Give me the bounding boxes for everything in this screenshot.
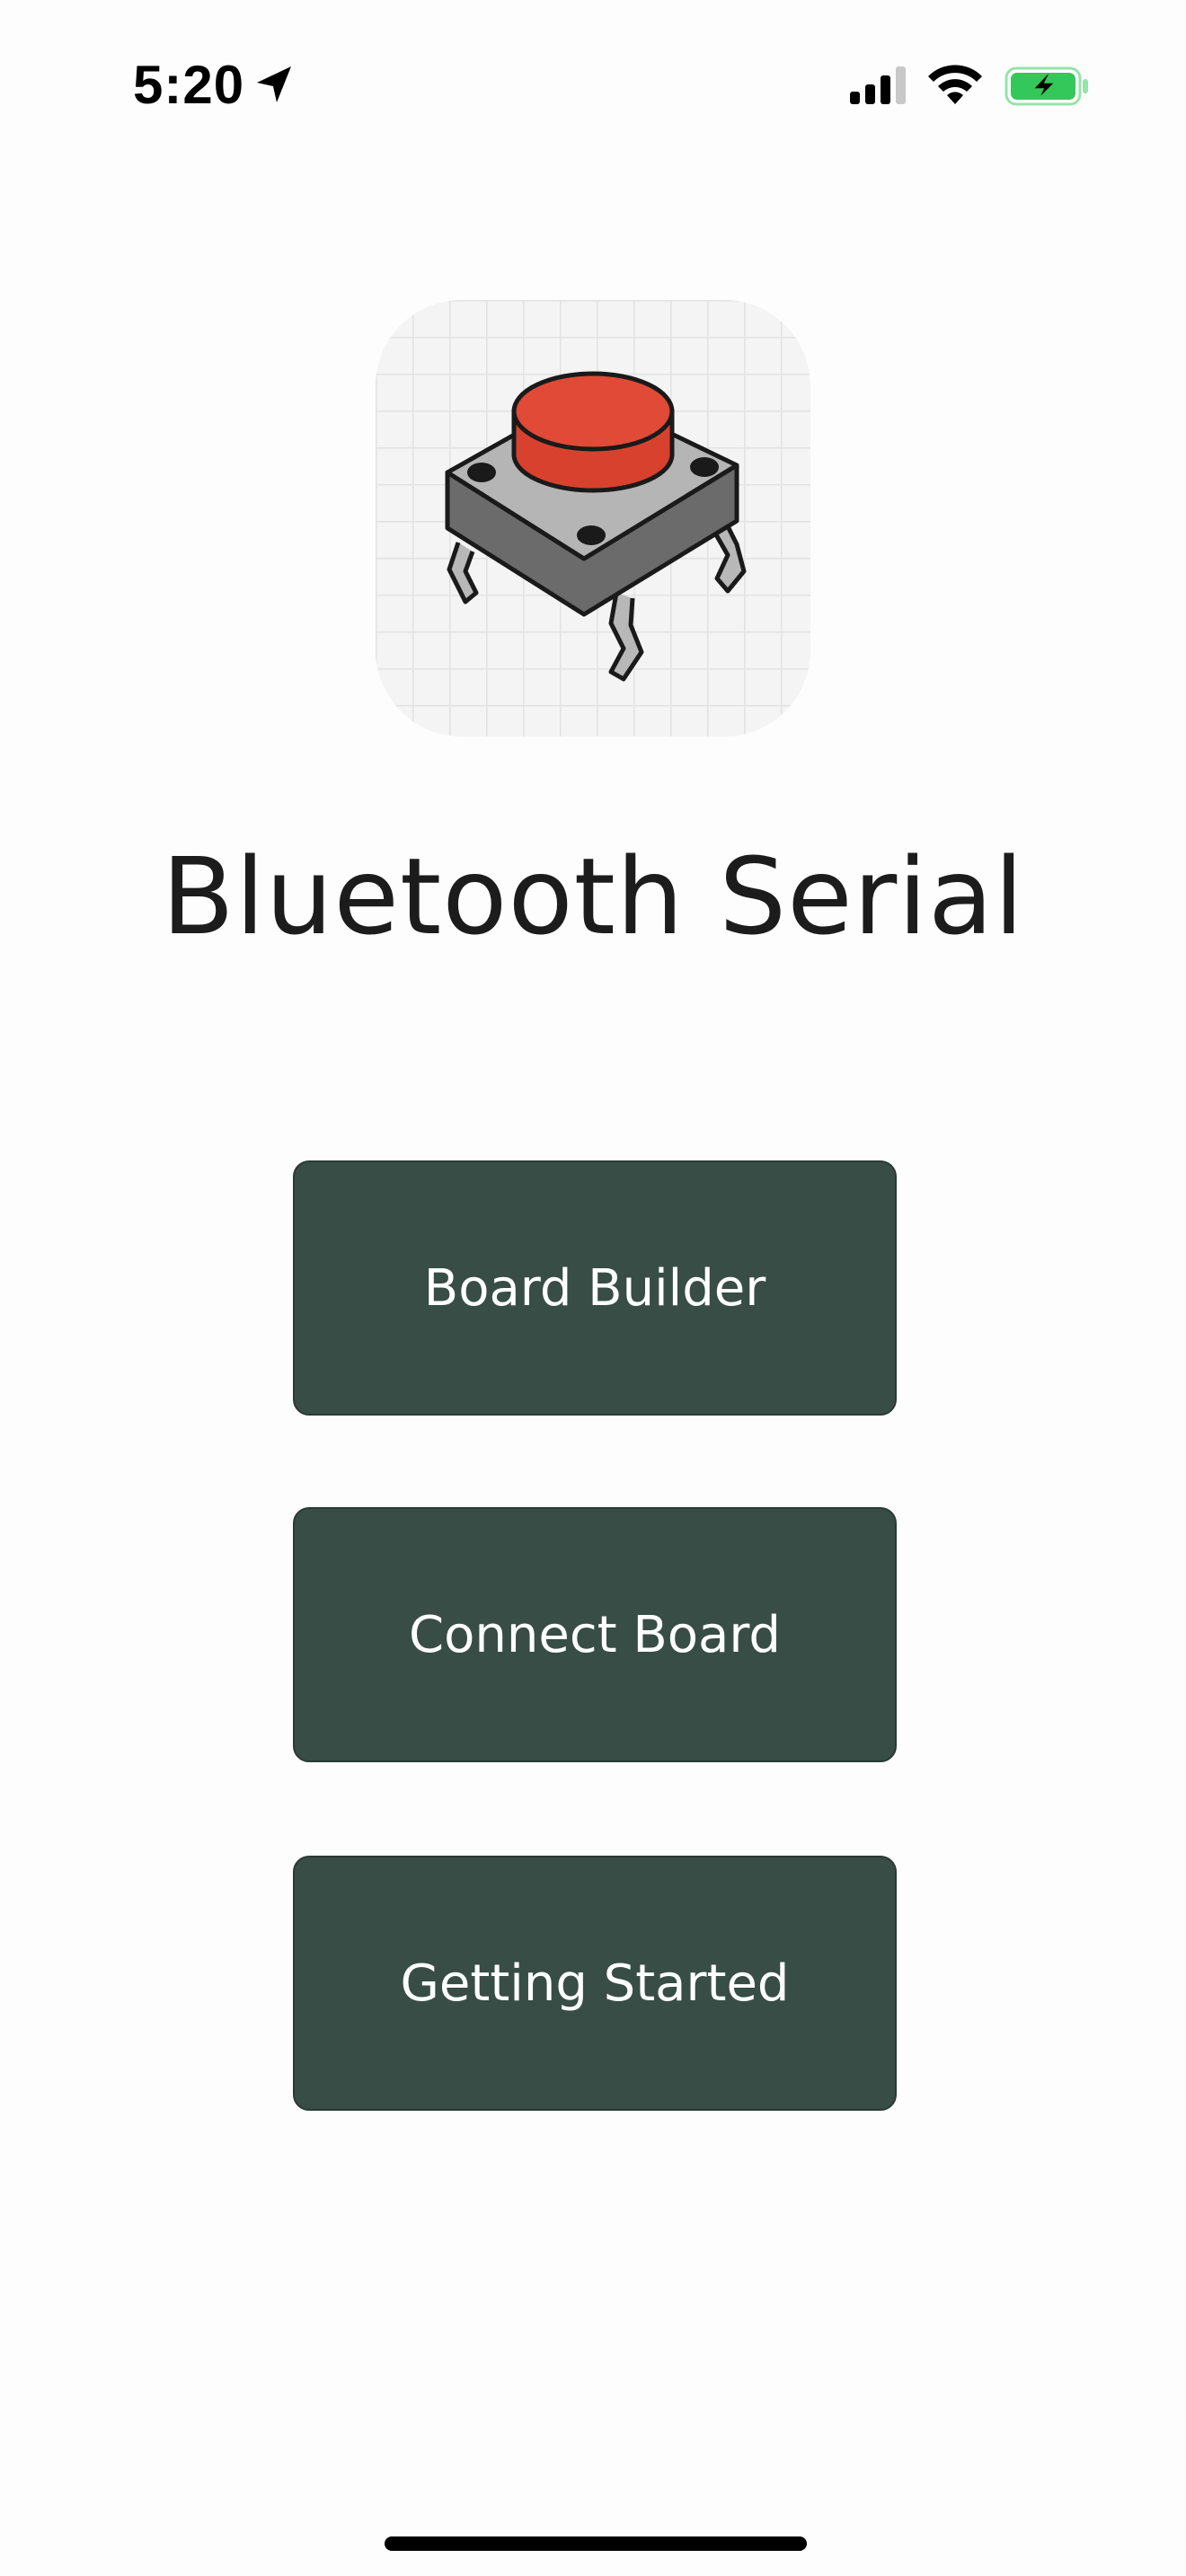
app-logo-icon bbox=[376, 300, 810, 737]
board-builder-button[interactable]: Board Builder bbox=[293, 1160, 897, 1416]
cellular-signal-icon bbox=[850, 66, 906, 104]
home-indicator[interactable] bbox=[385, 2536, 807, 2551]
location-arrow-icon bbox=[257, 66, 291, 102]
status-bar: 5:20 bbox=[0, 0, 1186, 171]
getting-started-button[interactable]: Getting Started bbox=[293, 1856, 897, 2111]
wifi-icon bbox=[928, 65, 982, 104]
battery-charging-icon bbox=[1005, 66, 1088, 106]
connect-board-button[interactable]: Connect Board bbox=[293, 1507, 897, 1762]
status-time: 5:20 bbox=[133, 55, 245, 115]
app-title: Bluetooth Serial bbox=[161, 834, 1025, 958]
